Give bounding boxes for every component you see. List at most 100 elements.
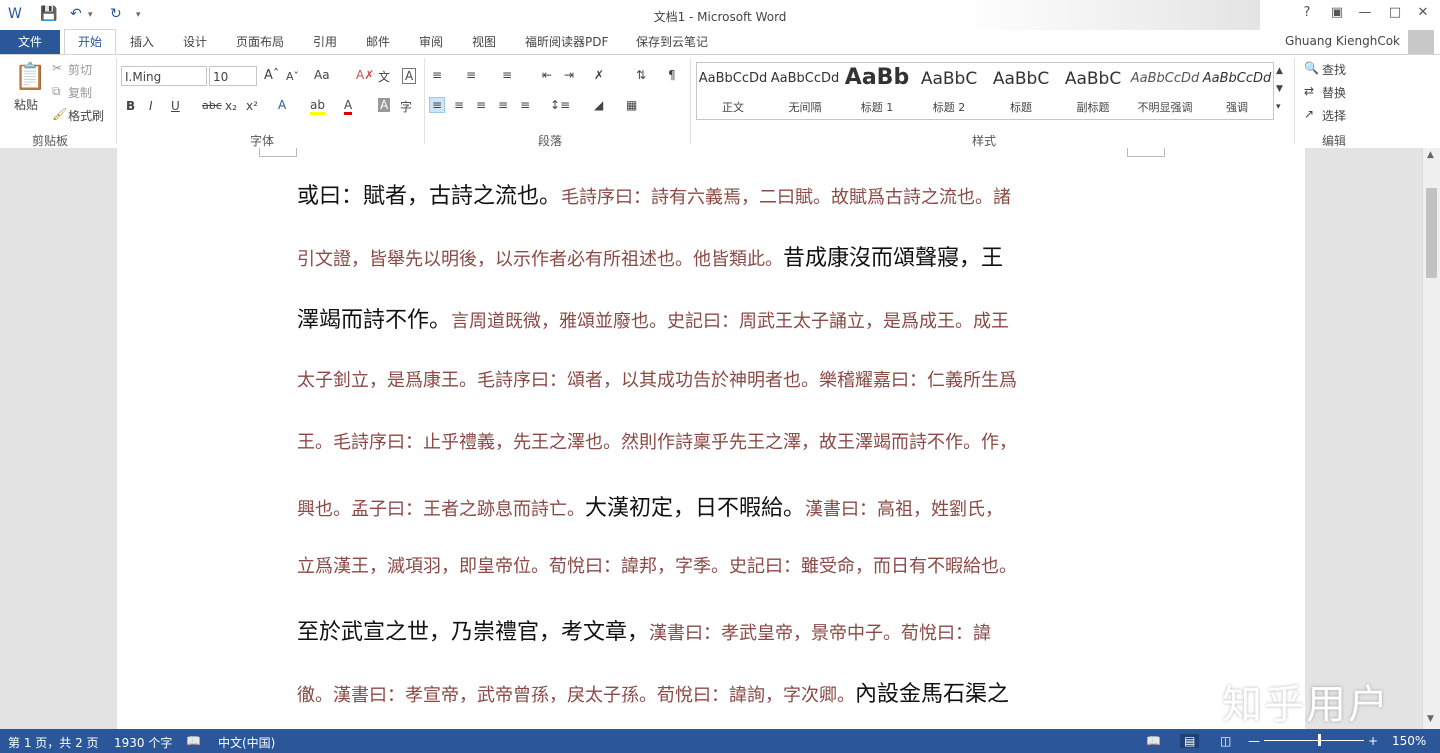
cut-button[interactable]: 剪切 <box>68 61 92 78</box>
chinese-layout-icon[interactable]: ✗ <box>594 68 604 82</box>
style-emphasis[interactable]: AaBbCcDd 强调 <box>1201 63 1273 119</box>
paste-button[interactable]: 粘贴 <box>14 96 38 113</box>
tab-references[interactable]: 引用 <box>313 30 337 54</box>
scroll-up-icon[interactable]: ▲ <box>1427 150 1434 160</box>
find-icon[interactable]: 🔍 <box>1304 61 1319 75</box>
zoom-slider-track[interactable] <box>1264 740 1364 741</box>
user-name[interactable]: Ghuang KienghCok <box>1285 34 1400 48</box>
maximize-icon[interactable]: □ <box>1380 5 1410 20</box>
document-page[interactable]: 或曰：賦者，古詩之流也。毛詩序曰：詩有六義焉，二曰賦。故賦爲古詩之流也。諸 引文… <box>117 148 1305 729</box>
help-icon[interactable]: ? <box>1292 5 1322 20</box>
justify-icon[interactable]: ≡ <box>498 98 508 112</box>
select-button[interactable]: 选择 <box>1322 107 1346 124</box>
font-color-icon[interactable]: A <box>344 98 353 115</box>
multilevel-list-icon[interactable]: ≡ <box>502 68 512 82</box>
scroll-down-icon[interactable]: ▼ <box>1427 714 1434 724</box>
highlight-icon[interactable]: ab <box>310 98 325 115</box>
vertical-scrollbar[interactable]: ▲ ▼ <box>1422 148 1440 729</box>
italic-button[interactable]: I <box>149 99 153 113</box>
shrink-font-icon[interactable]: Aˇ <box>286 70 299 83</box>
styles-scroll-down-icon[interactable]: ▼ <box>1276 84 1283 94</box>
format-painter-button[interactable]: 格式刷 <box>68 107 104 124</box>
align-left-icon[interactable]: ≡ <box>429 97 446 113</box>
distributed-icon[interactable]: ≡ <box>520 98 530 112</box>
zoom-slider-thumb[interactable] <box>1318 734 1321 746</box>
tab-review[interactable]: 审阅 <box>419 30 443 54</box>
subscript-button[interactable]: x₂ <box>225 99 237 113</box>
style-title[interactable]: AaBbC 标题 <box>985 63 1057 119</box>
tab-view[interactable]: 视图 <box>472 30 496 54</box>
zoom-out-icon[interactable]: — <box>1248 734 1260 748</box>
bold-button[interactable]: B <box>126 99 135 113</box>
cut-icon[interactable]: ✂ <box>52 61 62 75</box>
format-painter-icon[interactable]: 🖌 <box>52 107 67 121</box>
tab-mailings[interactable]: 邮件 <box>366 30 390 54</box>
align-right-icon[interactable]: ≡ <box>476 98 486 112</box>
copy-button[interactable]: 复制 <box>68 84 92 101</box>
char-shading-icon[interactable]: A <box>378 98 391 112</box>
copy-icon[interactable]: ⧉ <box>52 84 61 99</box>
strikethrough-button[interactable]: abc <box>202 99 222 112</box>
annotation-text: 引文證，皆舉先以明後，以示作者必有所祖述也。他皆類此。 <box>297 249 783 270</box>
style-subtle-emphasis[interactable]: AaBbCcDd 不明显强调 <box>1129 63 1201 119</box>
underline-button[interactable]: U <box>171 99 180 113</box>
change-case-button[interactable]: Aa <box>314 68 330 82</box>
style-sample: AaBbCcDd <box>1202 71 1272 86</box>
style-heading-1[interactable]: AaBb 标题 1 <box>841 63 913 119</box>
style-heading-2[interactable]: AaBbC 标题 2 <box>913 63 985 119</box>
phonetic-guide-icon[interactable]: 文 <box>378 68 390 85</box>
grow-font-icon[interactable]: Aˆ <box>264 68 279 83</box>
avatar[interactable] <box>1408 30 1434 54</box>
replace-button[interactable]: 替换 <box>1322 84 1346 101</box>
decrease-indent-icon[interactable]: ⇤ <box>542 68 552 82</box>
tab-design[interactable]: 设计 <box>183 30 207 54</box>
close-icon[interactable]: ✕ <box>1408 5 1438 20</box>
style-normal[interactable]: AaBbCcDd 正文 <box>697 63 769 119</box>
tab-file[interactable]: 文件 <box>0 30 60 54</box>
text-effects-icon[interactable]: A <box>278 98 286 112</box>
align-center-icon[interactable]: ≡ <box>454 98 464 112</box>
line-spacing-icon[interactable]: ↕≡ <box>550 98 570 112</box>
print-layout-icon[interactable]: ▤ <box>1180 734 1200 748</box>
sort-icon[interactable]: ⇅ <box>636 68 646 82</box>
read-mode-icon[interactable]: 📖 <box>1146 734 1161 748</box>
zoom-in-icon[interactable]: + <box>1368 734 1378 748</box>
style-sample: AaBbCcDd <box>1130 71 1200 86</box>
main-text: 或曰：賦者，古詩之流也。 <box>297 184 562 209</box>
font-size-combo[interactable]: 10 <box>209 66 257 86</box>
minimize-icon[interactable]: — <box>1350 5 1380 20</box>
tab-home[interactable]: 开始 <box>64 29 116 55</box>
page-count[interactable]: 第 1 页，共 2 页 <box>8 734 99 751</box>
styles-more-icon[interactable]: ▾ <box>1276 102 1281 112</box>
bullets-icon[interactable]: ≡ <box>432 68 442 82</box>
tab-layout[interactable]: 页面布局 <box>236 30 284 54</box>
zoom-level[interactable]: 150% <box>1392 734 1426 748</box>
scrollbar-thumb[interactable] <box>1426 188 1437 278</box>
proofing-icon[interactable]: 📖 <box>186 734 201 748</box>
increase-indent-icon[interactable]: ⇥ <box>564 68 574 82</box>
enclose-char-icon[interactable]: 字 <box>400 98 412 115</box>
char-border-icon[interactable]: A <box>402 68 417 84</box>
paste-icon[interactable]: 📋 <box>14 62 46 92</box>
web-layout-icon[interactable]: ◫ <box>1220 734 1231 748</box>
tab-insert[interactable]: 插入 <box>130 30 154 54</box>
ribbon-display-icon[interactable]: ▣ <box>1322 5 1352 20</box>
word-count[interactable]: 1930 个字 <box>114 734 172 751</box>
style-subtitle[interactable]: AaBbC 副标题 <box>1057 63 1129 119</box>
font-name-combo[interactable]: I.Ming <box>121 66 207 86</box>
replace-icon[interactable]: ⇄ <box>1304 84 1314 98</box>
find-button[interactable]: 查找 <box>1322 61 1346 78</box>
styles-scroll-up-icon[interactable]: ▲ <box>1276 66 1283 76</box>
tab-cloud-note[interactable]: 保存到云笔记 <box>636 30 708 54</box>
superscript-button[interactable]: x² <box>246 99 258 113</box>
styles-gallery[interactable]: AaBbCcDd 正文 AaBbCcDd 无间隔 AaBb 标题 1 AaBbC… <box>696 62 1274 120</box>
select-icon[interactable]: ↗ <box>1304 107 1314 121</box>
show-marks-icon[interactable]: ¶ <box>668 68 676 82</box>
numbering-icon[interactable]: ≡ <box>466 68 476 82</box>
shading-icon[interactable]: ◢ <box>594 98 603 112</box>
tab-foxit-pdf[interactable]: 福昕阅读器PDF <box>525 30 608 54</box>
style-no-spacing[interactable]: AaBbCcDd 无间隔 <box>769 63 841 119</box>
language-indicator[interactable]: 中文(中国) <box>218 734 275 751</box>
clear-format-icon[interactable]: A✗ <box>356 68 374 82</box>
borders-icon[interactable]: ▦ <box>626 98 637 112</box>
